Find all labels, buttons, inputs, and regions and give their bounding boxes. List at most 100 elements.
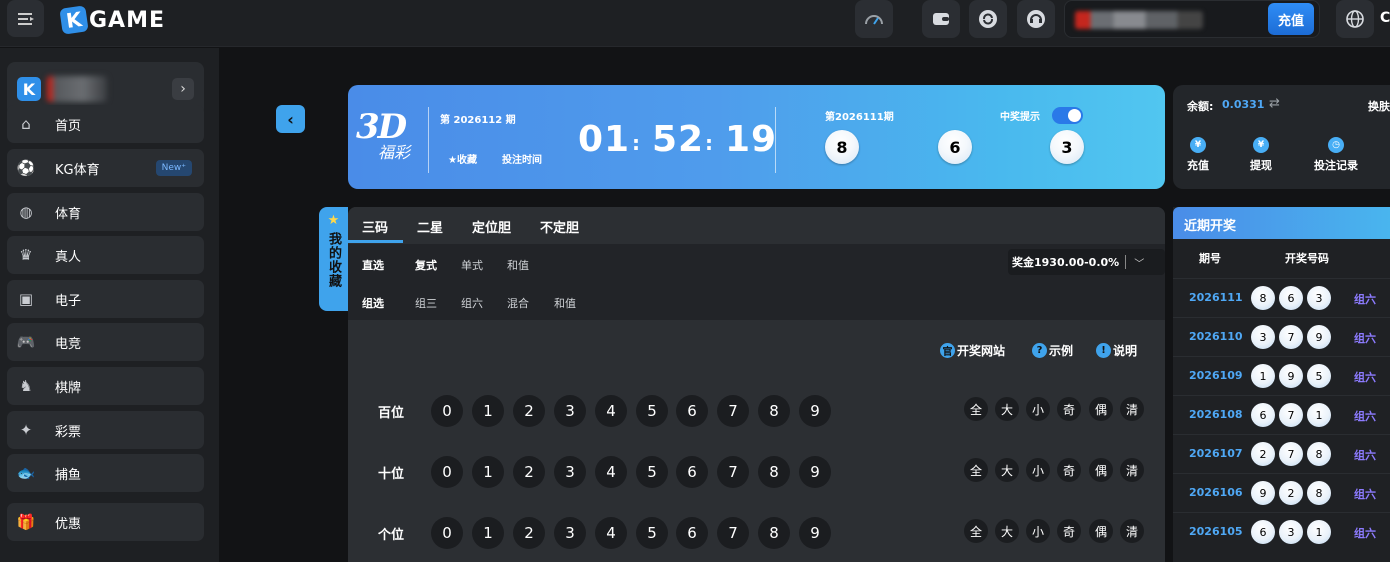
option-group-sum[interactable]: 和值 <box>554 295 576 311</box>
account-bet-records[interactable]: ◷ 投注记录 <box>1314 137 1358 173</box>
option-danshi[interactable]: 单式 <box>461 257 483 273</box>
quick-select-button[interactable]: 全 <box>964 397 988 421</box>
sidebar-item-0[interactable]: ⌂ 首页 <box>7 105 204 143</box>
collapse-button[interactable]: ‹ <box>276 105 305 133</box>
language-button[interactable] <box>1336 0 1374 38</box>
language-label[interactable]: C <box>1380 10 1390 26</box>
ball-icon: ⚽ <box>16 159 36 177</box>
tab-two-star[interactable]: 二星 <box>417 217 443 236</box>
quick-select-button[interactable]: 清 <box>1120 458 1144 482</box>
chevron-right-icon[interactable]: › <box>172 78 194 100</box>
quick-select-button[interactable]: 小 <box>1026 519 1050 543</box>
digit-button[interactable]: 4 <box>595 517 627 549</box>
digit-button[interactable]: 1 <box>472 517 504 549</box>
sidebar-item-label: 真人 <box>55 249 82 265</box>
tab-unfixed[interactable]: 不定胆 <box>540 217 579 236</box>
tab-position[interactable]: 定位胆 <box>472 217 511 236</box>
sidebar-item-7[interactable]: ✦ 彩票 <box>7 411 204 449</box>
sidebar-item-8[interactable]: 🐟 捕鱼 <box>7 454 204 492</box>
quick-select-button[interactable]: 偶 <box>1089 397 1113 421</box>
quick-select-button[interactable]: 奇 <box>1057 519 1081 543</box>
sidebar-item-3[interactable]: ♛ 真人 <box>7 236 204 274</box>
digit-button[interactable]: 5 <box>636 456 668 488</box>
digit-button[interactable]: 4 <box>595 456 627 488</box>
my-favorites-tab[interactable]: ★ 我的收藏 <box>319 207 348 311</box>
refresh-button[interactable] <box>969 0 1007 38</box>
prize-select[interactable]: 奖金1930.00-0.0% ﹀ <box>1008 249 1165 275</box>
digit-button[interactable]: 2 <box>513 395 545 427</box>
sidebar-item-4[interactable]: ▣ 电子 <box>7 280 204 318</box>
digit-button[interactable]: 7 <box>717 395 749 427</box>
digit-button[interactable]: 2 <box>513 456 545 488</box>
wallet-button[interactable] <box>922 0 960 38</box>
refresh-balance-icon[interactable]: ⇄ <box>1269 96 1280 111</box>
digit-button[interactable]: 9 <box>799 395 831 427</box>
digit-button[interactable]: 8 <box>758 517 790 549</box>
digit-button[interactable]: 2 <box>513 517 545 549</box>
digit-button[interactable]: 8 <box>758 456 790 488</box>
option-group-three[interactable]: 组三 <box>415 295 437 311</box>
sidebar-item-1[interactable]: ⚽ KG体育 New⁺ <box>7 149 204 187</box>
digit-button[interactable]: 0 <box>431 517 463 549</box>
digit-button[interactable]: 7 <box>717 456 749 488</box>
digit-button[interactable]: 9 <box>799 517 831 549</box>
draw-issue: 2026111 <box>1189 291 1243 304</box>
logo[interactable]: K GAME <box>59 5 165 35</box>
option-sum[interactable]: 和值 <box>507 257 529 273</box>
sidebar-item-6[interactable]: ♞ 棋牌 <box>7 367 204 405</box>
digit-button[interactable]: 6 <box>676 517 708 549</box>
digit-button[interactable]: 8 <box>758 395 790 427</box>
option-group-six[interactable]: 组六 <box>461 295 483 311</box>
customer-service-button[interactable] <box>1017 0 1055 38</box>
quick-select-button[interactable]: 偶 <box>1089 519 1113 543</box>
digit-button[interactable]: 4 <box>595 395 627 427</box>
digit-button[interactable]: 6 <box>676 395 708 427</box>
sidebar-item-5[interactable]: 🎮 电竞 <box>7 323 204 361</box>
divider <box>428 107 429 173</box>
quick-select-button[interactable]: 全 <box>964 519 988 543</box>
digit-button[interactable]: 1 <box>472 456 504 488</box>
digit-button[interactable]: 0 <box>431 456 463 488</box>
digit-button[interactable]: 3 <box>554 517 586 549</box>
speed-button[interactable] <box>855 0 893 38</box>
menu-button[interactable] <box>7 0 44 37</box>
quick-select-button[interactable]: 大 <box>995 397 1019 421</box>
quick-select-button[interactable]: 全 <box>964 458 988 482</box>
digit-button[interactable]: 5 <box>636 517 668 549</box>
quick-select-button[interactable]: 小 <box>1026 397 1050 421</box>
option-mixed[interactable]: 混合 <box>507 295 529 311</box>
tab-three-code[interactable]: 三码 <box>362 217 388 236</box>
sidebar-item-9[interactable]: 🎁 优惠 <box>7 503 204 541</box>
digit-button[interactable]: 3 <box>554 456 586 488</box>
digit-button[interactable]: 0 <box>431 395 463 427</box>
draw-site-link[interactable]: 官 开奖网站 <box>940 342 1005 359</box>
digit-button[interactable]: 3 <box>554 395 586 427</box>
digit-button[interactable]: 1 <box>472 395 504 427</box>
account-recharge[interactable]: ¥ 充值 <box>1187 137 1209 173</box>
digit-button[interactable]: 5 <box>636 395 668 427</box>
digit-button[interactable]: 6 <box>676 456 708 488</box>
quick-select-button[interactable]: 大 <box>995 519 1019 543</box>
quick-select-button[interactable]: 大 <box>995 458 1019 482</box>
quick-select-button[interactable]: 偶 <box>1089 458 1113 482</box>
quick-select-button[interactable]: 清 <box>1120 519 1144 543</box>
recent-draws: 近期开奖 期号 开奖号码 2026111 8 6 3 组六 2026110 3 7 9 组六 202… <box>1173 207 1390 562</box>
example-link[interactable]: ? 示例 <box>1032 342 1073 359</box>
recharge-button[interactable]: 充值 <box>1268 3 1314 35</box>
draw-issue: 2026107 <box>1189 447 1243 460</box>
bet-time-link[interactable]: 投注时间 <box>502 151 542 166</box>
digit-button[interactable]: 9 <box>799 456 831 488</box>
digit-button[interactable]: 7 <box>717 517 749 549</box>
option-fushi[interactable]: 复式 <box>415 257 437 273</box>
quick-select-button[interactable]: 奇 <box>1057 458 1081 482</box>
switch-skin[interactable]: 换肤 <box>1368 98 1390 114</box>
account-withdraw[interactable]: ¥ 提现 <box>1250 137 1272 173</box>
quick-select-button[interactable]: 清 <box>1120 397 1144 421</box>
win-notify-toggle[interactable] <box>1052 107 1083 124</box>
instructions-link[interactable]: ! 说明 <box>1096 342 1137 359</box>
quick-select-button[interactable]: 小 <box>1026 458 1050 482</box>
favorite-link[interactable]: ★收藏 <box>448 151 477 166</box>
speedometer-icon <box>865 15 883 25</box>
quick-select-button[interactable]: 奇 <box>1057 397 1081 421</box>
sidebar-item-2[interactable]: ◍ 体育 <box>7 193 204 231</box>
